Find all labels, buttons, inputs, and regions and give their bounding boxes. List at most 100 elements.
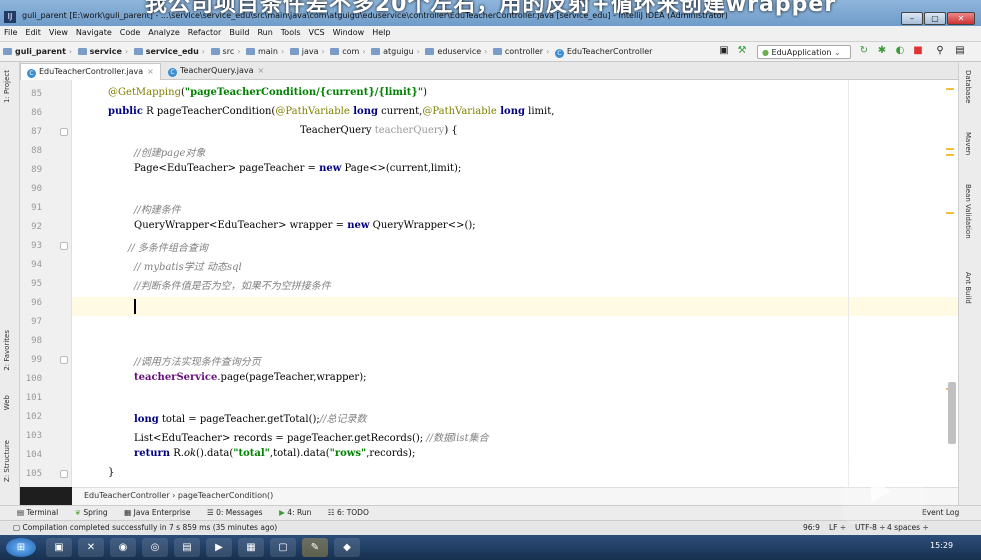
warning-stripe[interactable]: [946, 148, 954, 150]
menu-refactor[interactable]: Refactor: [184, 26, 226, 37]
terminal-tool-button[interactable]: ▤ Terminal: [10, 506, 65, 519]
taskbar-app-icon[interactable]: ▦: [238, 538, 264, 557]
search-icon[interactable]: ⚲: [934, 45, 946, 57]
code-text: R pageTeacherCondition(: [142, 106, 276, 117]
menu-view[interactable]: View: [45, 26, 72, 37]
taskbar-app-icon[interactable]: ▤: [174, 538, 200, 557]
messages-tool-button[interactable]: ☰ 0: Messages: [200, 506, 270, 519]
start-button[interactable]: ⊞: [6, 538, 36, 557]
menu-help[interactable]: Help: [368, 26, 394, 37]
favorites-tool-button[interactable]: 2: Favorites: [3, 330, 11, 371]
menu-navigate[interactable]: Navigate: [72, 26, 116, 37]
taskbar-app-icon[interactable]: ◆: [334, 538, 360, 557]
keyword: return: [134, 448, 171, 459]
close-tab-icon[interactable]: ×: [258, 66, 265, 75]
code-text: total = pageTeacher.getTotal();: [158, 414, 320, 425]
coverage-icon[interactable]: ◐: [894, 45, 906, 57]
todo-tool-button[interactable]: ☷ 6: TODO: [321, 506, 376, 519]
java-enterprise-tool-button[interactable]: ▦ Java Enterprise: [117, 506, 197, 519]
run-tool-button[interactable]: ▶ 4: Run: [272, 506, 318, 519]
menu-window[interactable]: Window: [329, 26, 369, 37]
taskbar-app-icon[interactable]: ▢: [270, 538, 296, 557]
code-text: current,: [377, 106, 423, 117]
debug-icon[interactable]: ✱: [876, 45, 888, 57]
folder-icon: [133, 48, 143, 55]
menu-build[interactable]: Build: [225, 26, 253, 37]
breadcrumb-com[interactable]: com: [327, 42, 362, 56]
breadcrumb-project[interactable]: guli_parent: [0, 42, 69, 56]
tab-edu-teacher-controller[interactable]: C EduTeacherController.java ×: [20, 63, 161, 80]
fold-marker[interactable]: [60, 242, 68, 250]
tab-label: TeacherQuery.java: [180, 66, 254, 75]
structure-icon[interactable]: ▣: [718, 45, 730, 57]
breadcrumb-java[interactable]: java: [287, 42, 322, 56]
breadcrumb-separator: ›: [280, 47, 285, 56]
menu-analyze[interactable]: Analyze: [144, 26, 184, 37]
annotation: @PathVariable: [422, 106, 497, 117]
breadcrumb-eduservice[interactable]: eduservice: [422, 42, 484, 56]
taskbar-app-icon[interactable]: ◉: [110, 538, 136, 557]
keyword: new: [347, 220, 370, 231]
structure-tool-button[interactable]: Z: Structure: [3, 440, 11, 482]
taskbar-app-icon[interactable]: ✎: [302, 538, 328, 557]
warning-stripe[interactable]: [946, 212, 954, 214]
right-tool-strip: Database Maven Bean Validation Ant Build: [958, 62, 981, 505]
fold-marker[interactable]: [60, 356, 68, 364]
spring-tool-button[interactable]: ❦ Spring: [68, 506, 115, 519]
breadcrumb-atguigu[interactable]: atguigu: [368, 42, 417, 56]
code-line-102: long total = pageTeacher.getTotal();//总记…: [134, 410, 367, 425]
code-line-100: teacherService.page(pageTeacher,wrapper)…: [134, 372, 367, 383]
rerun-icon[interactable]: ↻: [858, 45, 870, 57]
line-number: 93: [31, 241, 42, 251]
menu-edit[interactable]: Edit: [21, 26, 45, 37]
breadcrumb-separator: ›: [484, 47, 488, 56]
stop-icon[interactable]: ■: [912, 45, 924, 57]
line-number: 104: [25, 450, 42, 460]
code-line-86: public R pageTeacherCondition(@PathVaria…: [108, 106, 554, 117]
menu-tools[interactable]: Tools: [277, 26, 305, 37]
comment: //数据list集合: [426, 433, 489, 444]
editor-breadcrumb[interactable]: EduTeacherController › pageTeacherCondit…: [72, 487, 958, 505]
breadcrumb-class[interactable]: C EduTeacherController: [552, 42, 656, 58]
fold-marker[interactable]: [60, 470, 68, 478]
database-tool-button[interactable]: Database: [964, 70, 972, 103]
code-line-89: Page<EduTeacher> pageTeacher = new Page<…: [134, 163, 461, 174]
project-tool-button[interactable]: 1: Project: [3, 70, 11, 103]
ant-build-tool-button[interactable]: Ant Build: [964, 272, 972, 304]
status-message[interactable]: ▢ Compilation completed successfully in …: [6, 521, 284, 534]
maven-tool-button[interactable]: Maven: [964, 132, 972, 155]
tab-teacher-query[interactable]: C TeacherQuery.java ×: [162, 63, 270, 80]
taskbar-app-icon[interactable]: ▣: [46, 538, 72, 557]
warning-stripe[interactable]: [946, 88, 954, 90]
breadcrumb-module-service-edu[interactable]: service_edu: [131, 42, 202, 56]
warning-stripe[interactable]: [946, 154, 954, 156]
code-text: Page<EduTeacher> pageTeacher =: [134, 163, 320, 174]
taskbar-app-icon[interactable]: ✕: [78, 538, 104, 557]
menu-run[interactable]: Run: [253, 26, 276, 37]
package-icon: [425, 48, 435, 55]
menu-code[interactable]: Code: [116, 26, 144, 37]
annotation: @PathVariable: [275, 106, 350, 117]
taskbar-app-icon[interactable]: ◎: [142, 538, 168, 557]
close-tab-icon[interactable]: ×: [147, 67, 154, 76]
build-hammer-icon[interactable]: ⚒: [736, 45, 748, 57]
play-icon[interactable]: [871, 479, 891, 503]
breadcrumb-main[interactable]: main: [243, 42, 281, 56]
taskbar-app-icon[interactable]: ▶: [206, 538, 232, 557]
fold-marker[interactable]: [60, 128, 68, 136]
keyword: public: [108, 106, 143, 117]
web-tool-button[interactable]: Web: [3, 395, 11, 410]
run-configuration-select[interactable]: ● EduApplication ⌄: [757, 45, 851, 59]
menu-file[interactable]: File: [0, 26, 21, 37]
breadcrumb-src[interactable]: src: [208, 42, 238, 56]
bean-validation-tool-button[interactable]: Bean Validation: [964, 184, 972, 239]
menu-vcs[interactable]: VCS: [305, 26, 329, 37]
breadcrumb-module-service[interactable]: service: [75, 42, 125, 56]
breadcrumb-controller[interactable]: controller: [490, 42, 546, 56]
string-literal: "rows": [329, 448, 367, 459]
project-structure-icon[interactable]: ▤: [954, 45, 966, 57]
code-line-85: @GetMapping("pageTeacherCondition/{curre…: [108, 87, 427, 98]
keyword: long: [496, 106, 525, 117]
line-number: 95: [31, 279, 42, 289]
editor-scrollbar[interactable]: [948, 382, 956, 444]
